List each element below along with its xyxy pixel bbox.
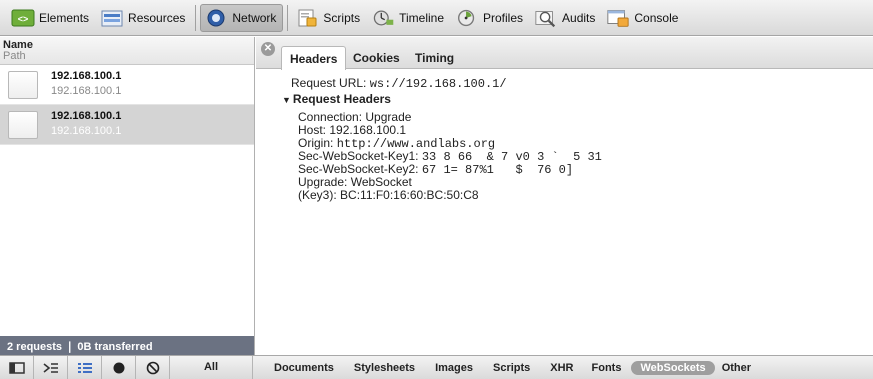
request-url-line: Request URL: ws://192.168.100.1/ xyxy=(291,76,873,91)
header-key: Origin: xyxy=(298,136,334,150)
request-detail-pane: ✕ Headers Cookies Timing Request URL: ws… xyxy=(256,37,873,355)
tab-profiles-label: Profiles xyxy=(483,10,524,25)
resources-icon xyxy=(100,7,124,29)
console-icon xyxy=(606,7,630,29)
header-key: Upgrade: xyxy=(298,175,348,189)
tab-elements[interactable]: <> Elements xyxy=(8,4,95,32)
header-key: Sec-WebSocket-Key2: xyxy=(298,162,419,176)
header-value: 33 8 66 & 7 v0 3 ` 5 31 xyxy=(421,150,602,164)
column-header-path: Path xyxy=(3,50,26,62)
header-value: BC:11:F0:16:60:BC:50:C8 xyxy=(340,188,479,202)
filter-all[interactable]: All xyxy=(170,356,253,379)
tab-headers[interactable]: Headers xyxy=(281,46,347,70)
filter-other[interactable]: Other xyxy=(722,362,751,374)
request-path: 192.168.100.1 xyxy=(51,85,122,97)
tab-timing[interactable]: Timing xyxy=(407,46,462,70)
network-icon xyxy=(204,7,228,29)
close-icon[interactable]: ✕ xyxy=(261,42,275,56)
scripts-icon xyxy=(295,7,319,29)
clear-icon[interactable] xyxy=(136,356,170,379)
record-icon[interactable] xyxy=(102,356,136,379)
resource-type-filters: Documents Stylesheets Images Scripts XHR… xyxy=(274,360,751,375)
profiles-icon xyxy=(455,7,479,29)
tab-audits-label: Audits xyxy=(562,10,596,25)
filter-documents[interactable]: Documents xyxy=(274,362,334,374)
request-name: 192.168.100.1 xyxy=(51,70,122,82)
header-key: Sec-WebSocket-Key1: xyxy=(298,149,419,163)
detail-tab-bar: ✕ Headers Cookies Timing xyxy=(256,37,873,70)
document-icon xyxy=(8,70,38,99)
request-headers-title: Request Headers xyxy=(292,92,391,106)
tab-audits[interactable]: Audits xyxy=(531,4,601,32)
header-key: Host: xyxy=(298,123,327,137)
toolbar-divider xyxy=(287,4,289,31)
header-value: 192.168.100.1 xyxy=(329,123,407,137)
dock-toggle-icon[interactable] xyxy=(0,356,34,379)
bottom-status-bar: All Documents Stylesheets Images Scripts… xyxy=(0,355,873,379)
tab-scripts-label: Scripts xyxy=(323,10,361,25)
tab-network[interactable]: Network xyxy=(200,3,284,32)
header-key: (Key3): xyxy=(298,188,337,202)
tab-network-label: Network xyxy=(232,10,277,25)
filter-xhr[interactable]: XHR xyxy=(550,362,573,374)
panel-toolbar: <> Elements Resources Network Scripts Ti… xyxy=(0,0,873,36)
header-value: WebSocket xyxy=(350,175,412,189)
header-key: Connection: xyxy=(298,110,363,124)
svg-text:<>: <> xyxy=(18,14,29,24)
headers-content: Request URL: ws://192.168.100.1/ ▼ Reques… xyxy=(256,69,873,202)
tab-profiles[interactable]: Profiles xyxy=(452,4,529,32)
request-headers-section[interactable]: ▼ Request Headers xyxy=(282,93,873,106)
request-name: 192.168.100.1 xyxy=(51,110,122,122)
request-path: 192.168.100.1 xyxy=(51,125,122,137)
filter-websockets[interactable]: WebSockets xyxy=(631,360,715,375)
transfer-summary: 2 requests ❘ 0B transferred xyxy=(0,336,254,355)
disclosure-triangle-icon: ▼ xyxy=(282,95,291,105)
tab-console[interactable]: Console xyxy=(603,4,684,32)
console-drawer-icon[interactable] xyxy=(34,356,68,379)
tab-cookies[interactable]: Cookies xyxy=(345,46,408,70)
header-value: 67 1= 87%1 $ 76 0] xyxy=(421,163,574,177)
tab-console-label: Console xyxy=(634,10,679,25)
toolbar-divider xyxy=(195,4,197,31)
tab-resources[interactable]: Resources xyxy=(97,4,191,32)
audits-icon xyxy=(534,7,558,29)
request-url-label: Request URL: xyxy=(291,76,367,90)
request-headers-list: Connection: Upgrade Host: 192.168.100.1 … xyxy=(298,111,873,202)
header-line: (Key3): BC:11:F0:16:60:BC:50:C8 xyxy=(298,189,873,202)
tab-resources-label: Resources xyxy=(128,10,186,25)
request-row[interactable]: 192.168.100.1 192.168.100.1 xyxy=(0,65,254,105)
timeline-icon xyxy=(371,7,395,29)
elements-icon: <> xyxy=(11,7,35,29)
document-icon xyxy=(8,110,38,139)
tab-scripts[interactable]: Scripts xyxy=(292,4,366,32)
header-line: Host: 192.168.100.1 xyxy=(298,124,873,137)
list-view-icon[interactable] xyxy=(68,356,102,379)
filter-images[interactable]: Images xyxy=(435,362,473,374)
column-header-name: Name xyxy=(3,39,33,51)
filter-scripts[interactable]: Scripts xyxy=(493,362,530,374)
tab-elements-label: Elements xyxy=(39,10,90,25)
request-url-value: ws://192.168.100.1/ xyxy=(369,77,507,91)
request-list-pane: Name Path 192.168.100.1 192.168.100.1 19… xyxy=(0,37,255,355)
request-list-header[interactable]: Name Path xyxy=(0,37,254,65)
filter-fonts[interactable]: Fonts xyxy=(592,362,622,374)
tab-timeline[interactable]: Timeline xyxy=(368,4,450,32)
tab-timeline-label: Timeline xyxy=(399,10,444,25)
request-row-selected[interactable]: 192.168.100.1 192.168.100.1 xyxy=(0,105,254,145)
filter-stylesheets[interactable]: Stylesheets xyxy=(354,362,415,374)
header-value: Upgrade xyxy=(365,110,412,124)
